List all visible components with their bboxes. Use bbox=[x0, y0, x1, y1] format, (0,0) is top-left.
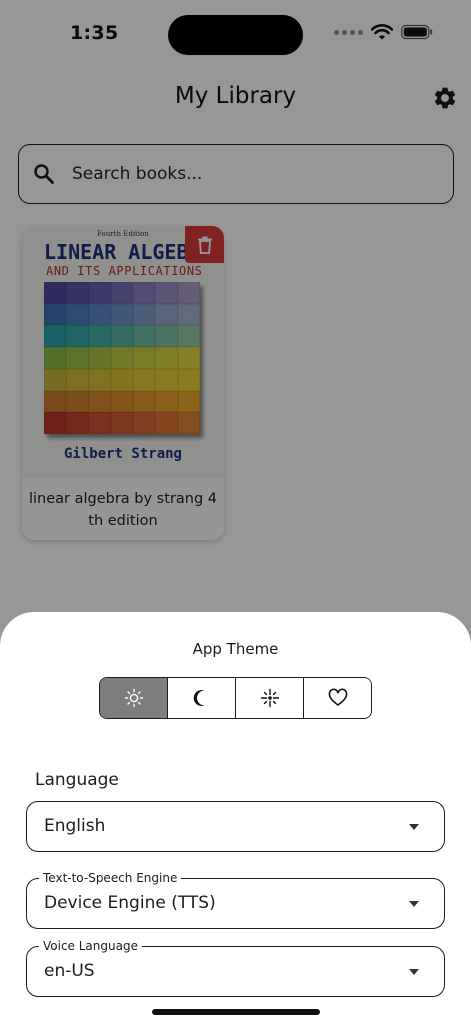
voice-language-value: en-US bbox=[44, 961, 95, 981]
tts-engine-value: Device Engine (TTS) bbox=[44, 893, 216, 913]
voice-language-label: Voice Language bbox=[39, 938, 142, 954]
theme-selector bbox=[99, 677, 372, 719]
theme-option-sparkle[interactable] bbox=[236, 678, 304, 718]
chevron-down-icon bbox=[409, 901, 419, 907]
language-value: English bbox=[44, 816, 106, 836]
theme-option-light[interactable] bbox=[100, 678, 168, 718]
tts-engine-label: Text-to-Speech Engine bbox=[39, 870, 182, 886]
voice-language-select[interactable]: Voice Language en-US bbox=[26, 938, 445, 997]
theme-option-dark[interactable] bbox=[168, 678, 236, 718]
heart-icon bbox=[328, 688, 347, 706]
language-label: Language bbox=[35, 770, 119, 790]
library-screen: 1:35 My Library Fourth Edition LINEAR AL… bbox=[0, 0, 471, 1024]
sun-icon bbox=[124, 688, 143, 708]
home-indicator[interactable] bbox=[152, 1009, 320, 1015]
chevron-down-icon bbox=[409, 824, 419, 830]
sparkle-icon bbox=[260, 688, 279, 708]
tts-engine-select[interactable]: Text-to-Speech Engine Device Engine (TTS… bbox=[26, 870, 445, 929]
theme-title: App Theme bbox=[192, 640, 279, 658]
moon-icon bbox=[193, 690, 204, 706]
theme-option-heart[interactable] bbox=[304, 678, 371, 718]
language-select[interactable]: English bbox=[26, 801, 445, 852]
chevron-down-icon bbox=[409, 969, 419, 975]
